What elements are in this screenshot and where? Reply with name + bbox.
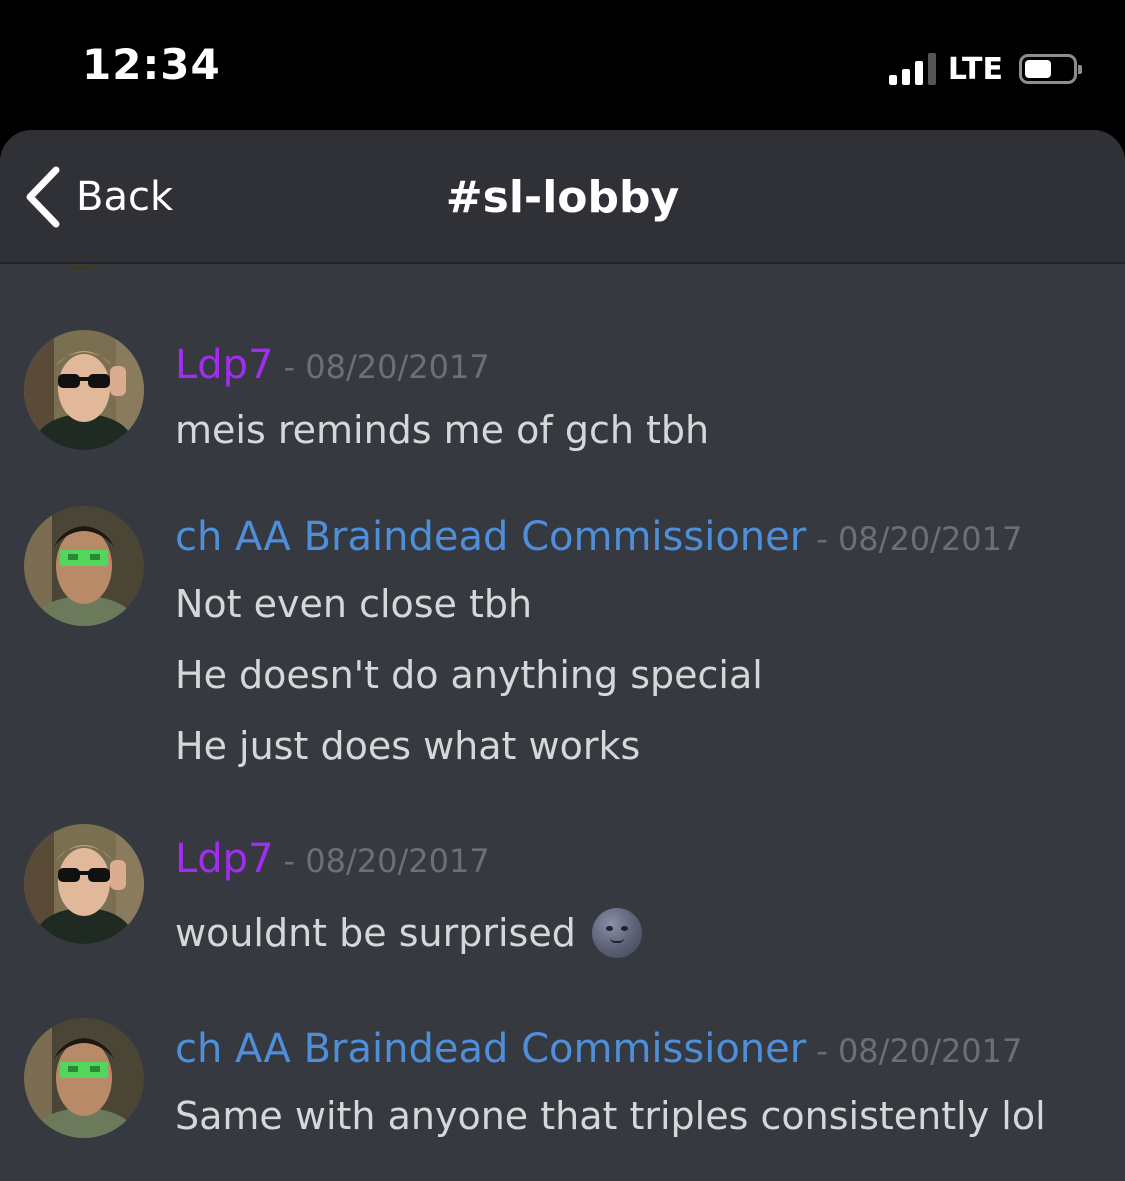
battery-icon (1019, 54, 1082, 84)
message-text: Same with anyone that triples consistent… (175, 1094, 1046, 1138)
avatar (42, 266, 124, 270)
avatar-ldp7[interactable] (24, 330, 144, 450)
avatar-ch-aa-braindead-commissioner[interactable] (24, 1018, 144, 1138)
message-text: He just does what works (175, 724, 641, 768)
timestamp: - 08/20/2017 (816, 520, 1023, 558)
status-bar: 12:34 LTE (0, 0, 1125, 130)
message-text: He doesn't do anything special (175, 653, 763, 697)
new-moon-face-icon (591, 908, 642, 958)
timestamp: - 08/20/2017 (283, 348, 490, 386)
avatar-ldp7[interactable] (24, 824, 144, 944)
message-text: wouldnt be surprised (175, 911, 576, 955)
username[interactable]: Ldp7 (175, 836, 274, 882)
signal-strength-icon (888, 53, 936, 85)
status-indicators: LTE (888, 48, 1082, 90)
discord-app: Back #sl-lobby Ldp7 - 08/20/2017 meis re… (0, 130, 1125, 1181)
message-text-row: wouldnt be surprised (175, 908, 642, 958)
username[interactable]: Ldp7 (175, 342, 274, 388)
previous-message-partial (0, 266, 1125, 276)
message-text: Not even close tbh (175, 582, 533, 626)
username[interactable]: ch AA Braindead Commissioner (175, 1026, 806, 1072)
message-list[interactable]: Ldp7 - 08/20/2017 meis reminds me of gch… (0, 266, 1125, 1181)
navigation-header: Back #sl-lobby (0, 130, 1125, 264)
channel-title: #sl-lobby (445, 172, 680, 223)
username[interactable]: ch AA Braindead Commissioner (175, 514, 806, 560)
status-time: 12:34 (82, 40, 221, 89)
network-type: LTE (947, 51, 1003, 87)
message-text: meis reminds me of gch tbh (175, 408, 710, 452)
timestamp: - 08/20/2017 (283, 842, 490, 880)
avatar-ch-aa-braindead-commissioner[interactable] (24, 506, 144, 626)
timestamp: - 08/20/2017 (816, 1032, 1023, 1070)
